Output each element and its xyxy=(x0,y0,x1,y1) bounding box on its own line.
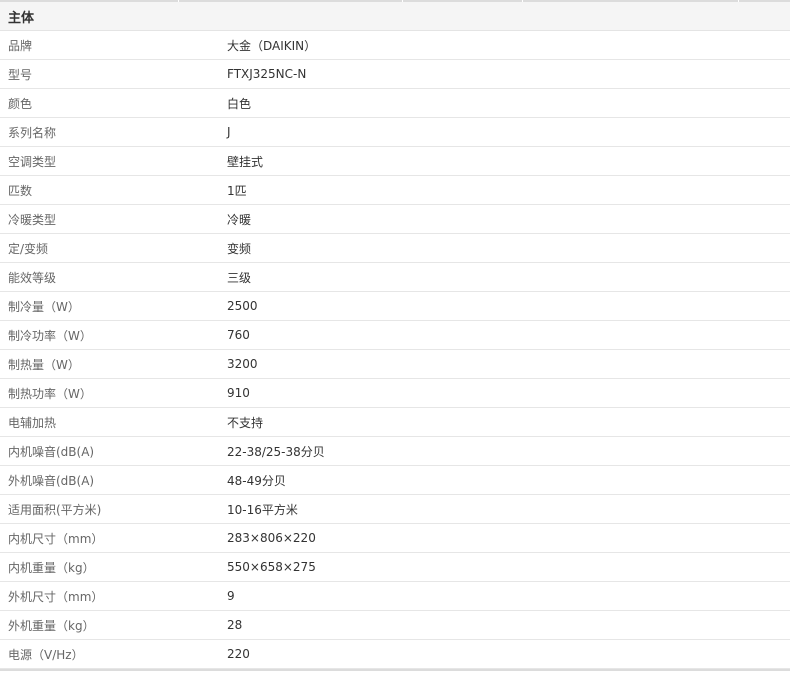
spec-label: 系列名称 xyxy=(8,125,57,140)
spec-value: 2500 xyxy=(227,299,258,313)
spec-rows: 品牌 大金（DAIKIN） 型号 FTXJ325NC-N 颜色 白色系列名称 J 空调类型 壁挂… xyxy=(0,31,790,669)
spec-label: 制热功率（W） xyxy=(8,386,92,401)
spec-label: 品牌 xyxy=(8,38,33,53)
spec-label: 制冷量（W） xyxy=(8,299,80,314)
bottom-rule xyxy=(0,669,790,671)
spec-label: 内机重量（kg） xyxy=(8,560,95,575)
spec-label: 匹数 xyxy=(8,183,33,198)
spec-label: 电源（V/Hz） xyxy=(8,647,84,662)
spec-row: 制冷功率（W） 760 xyxy=(0,321,790,350)
spec-row: 能效等级 三级 xyxy=(0,263,790,292)
spec-label: 外机重量（kg） xyxy=(8,618,95,633)
spec-label: 制热量（W） xyxy=(8,357,80,372)
spec-value: 910 xyxy=(227,386,250,400)
spec-row: 外机噪音(dB(A) 48-49分贝 xyxy=(0,466,790,495)
spec-label: 内机尺寸（mm） xyxy=(8,531,104,546)
spec-value: 220 xyxy=(227,647,250,661)
spec-label: 电辅加热 xyxy=(8,415,57,430)
spec-row: 外机重量（kg） 28 xyxy=(0,611,790,640)
spec-value: 壁挂式 xyxy=(227,154,264,169)
spec-value: 3200 xyxy=(227,357,258,371)
spec-value: 10-16平方米 xyxy=(227,502,298,517)
spec-row: 制冷量（W） 2500 xyxy=(0,292,790,321)
spec-value: 三级 xyxy=(227,270,252,285)
spec-label: 适用面积(平方米) xyxy=(8,502,102,517)
spec-value: 不支持 xyxy=(227,415,264,430)
spec-label: 冷暖类型 xyxy=(8,212,57,227)
spec-label: 型号 xyxy=(8,67,33,82)
spec-value: 28 xyxy=(227,618,243,632)
spec-row: 适用面积(平方米) 10-16平方米 xyxy=(0,495,790,524)
spec-label: 外机噪音(dB(A) xyxy=(8,473,95,488)
spec-label: 制冷功率（W） xyxy=(8,328,92,343)
spec-label: 颜色 xyxy=(8,96,33,111)
spec-label: 内机噪音(dB(A) xyxy=(8,444,95,459)
spec-value: 283×806×220 xyxy=(227,531,316,545)
spec-value: 冷暖 xyxy=(227,212,252,227)
spec-row: 电源（V/Hz） 220 xyxy=(0,640,790,669)
spec-row: 品牌 大金（DAIKIN） xyxy=(0,31,790,60)
spec-label: 外机尺寸（mm） xyxy=(8,589,104,604)
spec-label: 定/变频 xyxy=(8,241,49,256)
spec-row: 冷暖类型 冷暖 xyxy=(0,205,790,234)
spec-row: 内机重量（kg） 550×658×275 xyxy=(0,553,790,582)
spec-value: 22-38/25-38分贝 xyxy=(227,444,325,459)
spec-label: 能效等级 xyxy=(8,270,57,285)
spec-value: 760 xyxy=(227,328,250,342)
spec-value: 48-49分贝 xyxy=(227,473,286,488)
spec-value: 变频 xyxy=(227,241,252,256)
spec-row: 型号 FTXJ325NC-N xyxy=(0,60,790,89)
spec-group-header: 主体 xyxy=(0,2,790,31)
spec-value: 大金（DAIKIN） xyxy=(227,38,317,53)
spec-row: 电辅加热 不支持 xyxy=(0,408,790,437)
spec-row: 颜色 白色 xyxy=(0,89,790,118)
spec-row: 制热功率（W） 910 xyxy=(0,379,790,408)
spec-row: 外机尺寸（mm） 9 xyxy=(0,582,790,611)
spec-table: 主体 品牌 大金（DAIKIN） 型号 FTXJ325NC-N 颜色 白色系列名称 J 空调类… xyxy=(0,2,790,671)
spec-value: 9 xyxy=(227,589,235,603)
spec-row: 制热量（W） 3200 xyxy=(0,350,790,379)
spec-label: 空调类型 xyxy=(8,154,57,169)
spec-value: 1匹 xyxy=(227,183,247,198)
spec-row: 内机尺寸（mm） 283×806×220 xyxy=(0,524,790,553)
spec-value: J xyxy=(227,125,231,139)
spec-row: 定/变频 变频 xyxy=(0,234,790,263)
spec-row: 系列名称 J xyxy=(0,118,790,147)
spec-value: FTXJ325NC-N xyxy=(227,67,307,81)
spec-row: 匹数 1匹 xyxy=(0,176,790,205)
spec-value: 白色 xyxy=(227,96,252,111)
spec-row: 内机噪音(dB(A) 22-38/25-38分贝 xyxy=(0,437,790,466)
spec-row: 空调类型 壁挂式 xyxy=(0,147,790,176)
spec-value: 550×658×275 xyxy=(227,560,316,574)
spec-group-title: 主体 xyxy=(8,10,35,26)
